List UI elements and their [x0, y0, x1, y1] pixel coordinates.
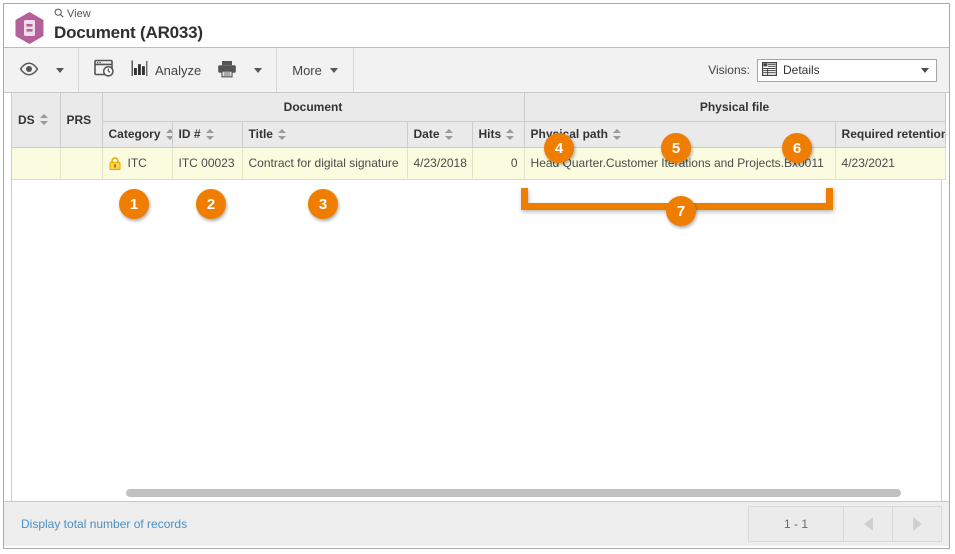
sort-icon[interactable]: [39, 114, 48, 126]
arrow-right-icon: [912, 517, 922, 531]
column-header-hits-label: Hits: [478, 127, 502, 141]
column-header-row: Category ID # Title Date Hits Physical p…: [12, 121, 946, 148]
arrow-left-icon: [863, 517, 873, 531]
eye-icon: [19, 61, 39, 79]
visions-select[interactable]: Details: [757, 58, 937, 82]
records-table: DS PRS Document Physical file Category I…: [12, 93, 946, 180]
column-header-ds-label: DS: [18, 112, 35, 127]
data-grid-area: DS PRS Document Physical file Category I…: [4, 93, 949, 502]
preview-dropdown-button[interactable]: [47, 55, 71, 86]
column-header-prs-label: PRS: [66, 112, 92, 127]
column-header-physical-path[interactable]: Physical path: [524, 121, 836, 148]
display-total-records-link[interactable]: Display total number of records: [21, 517, 187, 531]
column-header-date[interactable]: Date: [407, 121, 473, 148]
visions-control: Visions: Details: [708, 48, 949, 92]
page-title: Document (AR033): [54, 23, 203, 42]
column-header-hits[interactable]: Hits: [472, 121, 525, 148]
analyze-button[interactable]: Analyze: [123, 55, 209, 86]
bar-chart-icon: [131, 60, 149, 80]
magnifier-icon: [54, 8, 64, 21]
cell-hits[interactable]: 0: [472, 147, 525, 180]
column-header-date-label: Date: [413, 127, 440, 141]
caret-down-icon: [56, 67, 64, 73]
sort-icon[interactable]: [444, 128, 453, 140]
title-block: View Document (AR033): [54, 8, 203, 43]
sort-icon[interactable]: [506, 128, 515, 140]
column-header-id-number[interactable]: ID #: [172, 121, 243, 148]
window-clock-icon: [94, 59, 115, 81]
column-header-id-number-label: ID #: [178, 127, 201, 141]
window-clock-button[interactable]: [86, 55, 123, 86]
title-bar: View Document (AR033): [4, 4, 949, 48]
sort-icon[interactable]: [612, 128, 621, 140]
cell-date[interactable]: 4/23/2018: [407, 147, 473, 180]
more-label: More: [292, 62, 322, 78]
breadcrumb: View: [54, 8, 203, 21]
application-window: View Document (AR033) Analyze More Visio…: [3, 3, 950, 549]
page-range-label: 1 - 1: [749, 507, 844, 541]
toolbar: Analyze More Visions: Details: [4, 48, 949, 93]
breadcrumb-label: View: [67, 8, 91, 20]
next-page-button[interactable]: [893, 507, 941, 541]
cell-category-label: ITC: [127, 156, 147, 170]
column-header-prs[interactable]: PRS: [60, 93, 103, 148]
horizontal-scrollbar[interactable]: [11, 488, 942, 498]
table-row[interactable]: ITC ITC 00023 Contract for digital signa…: [12, 147, 946, 180]
column-header-category[interactable]: Category: [102, 121, 173, 148]
cell-required-retention[interactable]: 4/23/2021: [835, 147, 946, 180]
column-header-required-retention-label: Required retention: [841, 127, 946, 141]
toolbar-group-more: More: [277, 48, 354, 92]
column-header-title[interactable]: Title: [242, 121, 408, 148]
column-header-ds[interactable]: DS: [12, 93, 61, 148]
lock-icon: [109, 156, 121, 170]
printer-icon: [217, 60, 237, 81]
footer-bar: Display total number of records 1 - 1: [4, 502, 949, 546]
print-button[interactable]: [209, 55, 245, 86]
caret-down-icon[interactable]: [921, 67, 929, 73]
column-header-category-label: Category: [108, 127, 161, 141]
cell-physical-path[interactable]: Head Quarter.Customer Iterations and Pro…: [524, 147, 836, 180]
toolbar-group-actions: Analyze: [79, 48, 278, 92]
horizontal-scrollbar-thumb[interactable]: [126, 489, 901, 497]
cell-ds[interactable]: [12, 147, 61, 180]
group-header-row: DS PRS Document Physical file: [12, 93, 946, 148]
print-dropdown-button[interactable]: [245, 55, 269, 86]
visions-label: Visions:: [708, 63, 750, 77]
sort-icon[interactable]: [165, 128, 171, 140]
grid-table-icon: [762, 61, 778, 79]
visions-value: Details: [783, 63, 820, 77]
sort-icon[interactable]: [205, 128, 214, 140]
cell-category[interactable]: ITC: [102, 147, 173, 180]
data-grid: DS PRS Document Physical file Category I…: [11, 93, 946, 501]
group-header-physical-file: Physical file: [524, 93, 946, 122]
cell-title[interactable]: Contract for digital signature: [242, 147, 408, 180]
analyze-label: Analyze: [155, 62, 202, 78]
group-header-document: Document: [102, 93, 525, 122]
cell-id-number[interactable]: ITC 00023: [172, 147, 243, 180]
more-button[interactable]: More: [284, 55, 346, 86]
column-header-required-retention[interactable]: Required retention: [835, 121, 946, 148]
cell-prs[interactable]: [60, 147, 103, 180]
sort-icon[interactable]: [277, 128, 286, 140]
pagination-control: 1 - 1: [748, 506, 942, 542]
caret-down-icon: [254, 67, 263, 73]
preview-button[interactable]: [11, 55, 47, 86]
column-header-physical-path-label: Physical path: [530, 127, 608, 141]
document-hex-icon: [14, 11, 45, 45]
caret-down-icon: [329, 67, 338, 73]
column-header-title-label: Title: [248, 127, 273, 141]
toolbar-group-preview: [4, 48, 79, 92]
previous-page-button[interactable]: [844, 507, 893, 541]
